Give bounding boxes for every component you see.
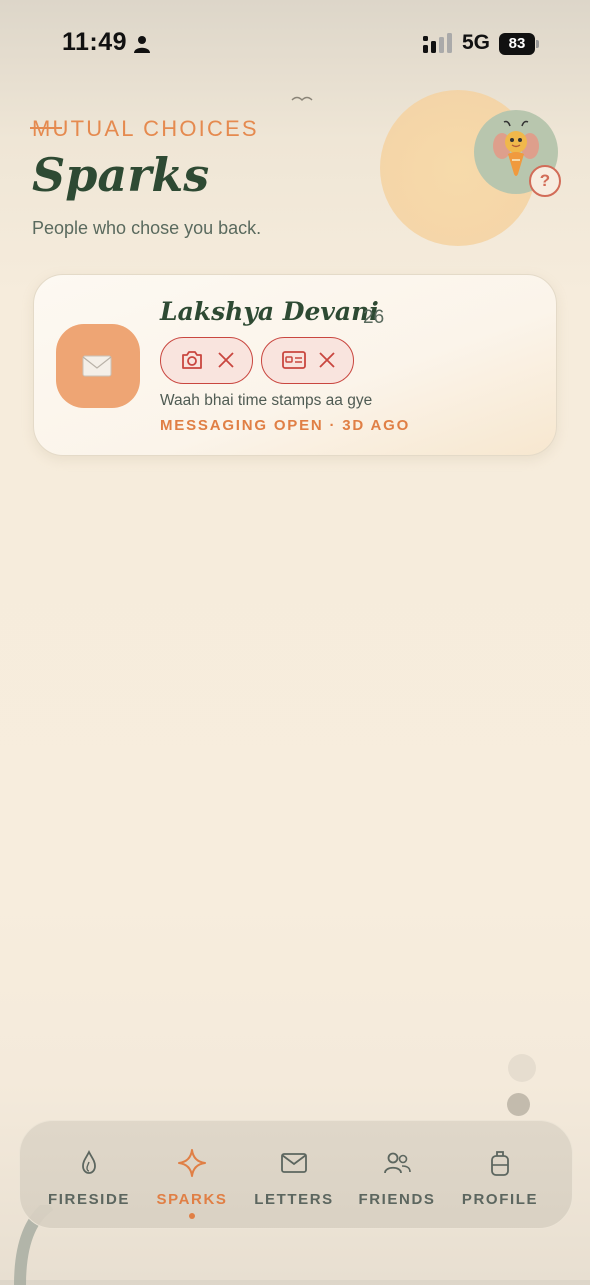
spark-name: Lakshya Devani [160,297,379,326]
photo-chip[interactable] [160,337,253,384]
person-icon [134,36,150,53]
flame-icon [82,1149,96,1174]
nav-label-profile: PROFILE [461,1191,539,1208]
bottom-nav: FIRESIDE SPARKS LETTERS FRIENDS PROFILE [19,1120,573,1229]
nav-friends[interactable]: FRIENDS [347,1121,447,1228]
nav-label-fireside: FIRESIDE [48,1191,130,1208]
spark-status: MESSAGING OPEN · 3D AGO [160,417,411,434]
nav-letters[interactable]: LETTERS [244,1121,344,1228]
battery-indicator: 83 [499,33,539,55]
spark-avatar [56,324,140,408]
status-time: 11:49 [62,28,128,56]
close-icon[interactable] [217,351,235,369]
network-type: 5G [462,31,491,54]
close-icon[interactable] [318,351,336,369]
bird-icon [291,96,313,101]
spark-card[interactable]: Lakshya Devani 26 Waah bhai time stamps … [33,274,557,456]
envelope-icon [82,355,112,377]
eyebrow-mark [30,127,62,129]
users-icon [384,1152,411,1174]
nav-label-letters: LETTERS [254,1191,334,1208]
sparkle-icon [178,1149,206,1177]
spark-age: 26 [363,307,385,328]
active-indicator-dot [189,1213,195,1219]
id-card-icon [282,351,306,369]
mail-icon [281,1153,307,1173]
section-eyebrow: MUTUAL CHOICES [32,116,259,141]
nav-label-sparks: SPARKS [156,1191,228,1208]
scroll-indicator-dot [508,1054,536,1082]
page-title: Sparks [32,148,210,202]
nav-label-friends: FRIENDS [358,1191,436,1208]
id-chip[interactable] [261,337,354,384]
camera-icon [182,351,202,369]
nav-profile[interactable]: PROFILE [450,1121,550,1228]
battery-level: 83 [499,33,535,55]
nav-sparks[interactable]: SPARKS [142,1121,242,1228]
help-badge[interactable]: ? [529,165,561,197]
spark-last-message: Waah bhai time stamps aa gye [160,392,373,409]
signal-icon [423,33,452,53]
scroll-indicator-dot [507,1093,530,1116]
nav-fireside[interactable]: FIRESIDE [39,1121,139,1228]
backpack-icon [491,1151,509,1176]
page-subtitle: People who chose you back. [32,218,262,238]
